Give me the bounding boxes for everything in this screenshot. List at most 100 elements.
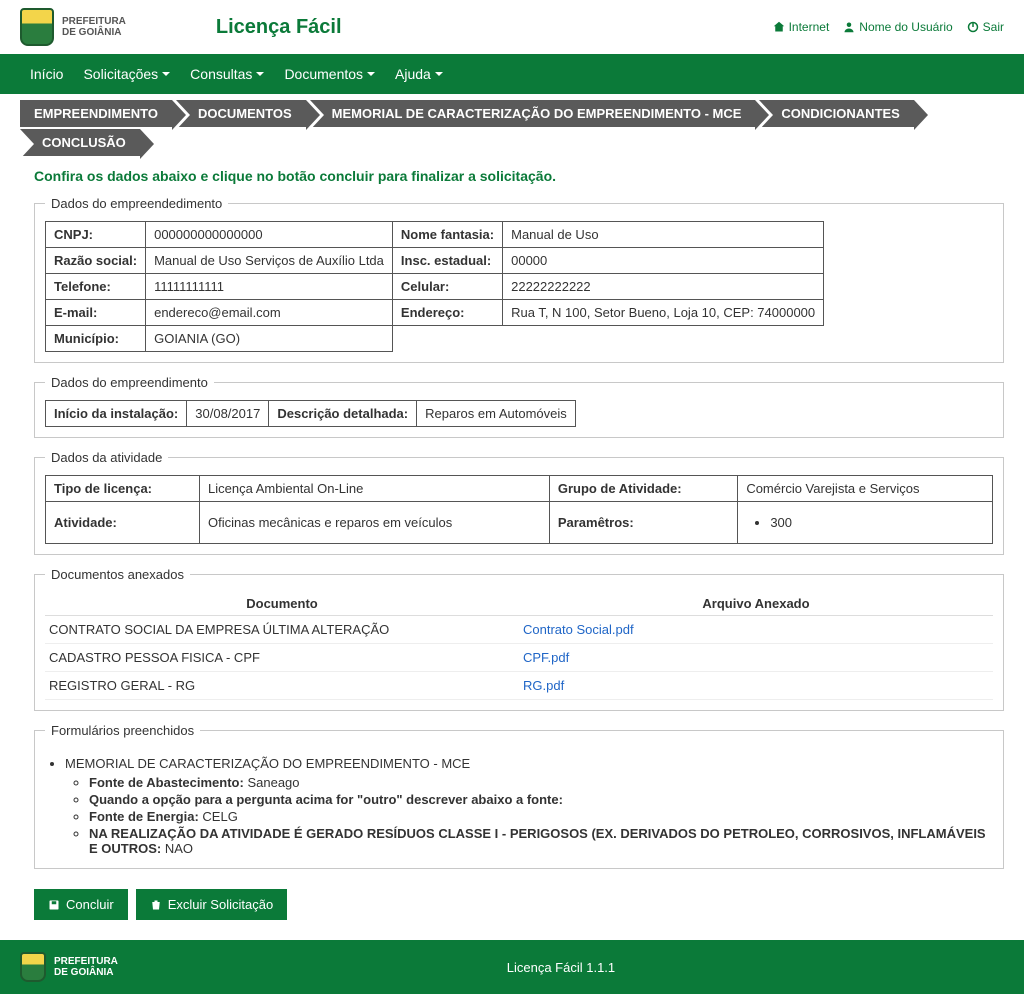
action-buttons: Concluir Excluir Solicitação xyxy=(34,889,1004,920)
val-atividade: Oficinas mecânicas e reparos em veículos xyxy=(200,502,550,544)
val-email: endereco@email.com xyxy=(146,300,393,326)
save-icon xyxy=(48,899,60,911)
list-item: Fonte de Energia: CELG xyxy=(89,809,993,824)
fieldset-docs: Documentos anexados Documento Arquivo An… xyxy=(34,567,1004,711)
lbl-endereco: Endereço: xyxy=(392,300,502,326)
footer-brand-line2: DE GOIÂNIA xyxy=(54,967,118,978)
nav-solicitacoes-label: Solicitações xyxy=(83,66,158,82)
lbl-descricao: Descrição detalhada: xyxy=(269,401,417,427)
nav-documentos-label: Documentos xyxy=(284,66,363,82)
crumb-conclusao[interactable]: CONCLUSÃO xyxy=(20,129,140,156)
table-row: CONTRATO SOCIAL DA EMPRESA ÚLTIMA ALTERA… xyxy=(45,616,993,644)
breadcrumb: EMPREENDIMENTO DOCUMENTOS MEMORIAL DE CA… xyxy=(0,94,1024,162)
fieldset-empreendimento2: Dados do empreendimento Início da instal… xyxy=(34,375,1004,438)
brand-line2: DE GOIÂNIA xyxy=(62,27,126,38)
lbl-municipio: Município: xyxy=(46,326,146,352)
item-value: Saneago xyxy=(247,775,299,790)
lbl-atividade: Atividade: xyxy=(46,502,200,544)
nav-inicio[interactable]: Início xyxy=(20,54,73,94)
item-label: NA REALIZAÇÃO DA ATIVIDADE É GERADO RESÍ… xyxy=(89,826,986,856)
lbl-telefone: Telefone: xyxy=(46,274,146,300)
legend-empreendedimento: Dados do empreendedimento xyxy=(45,196,228,211)
item-label: Fonte de Abastecimento: xyxy=(89,775,244,790)
lbl-email: E-mail: xyxy=(46,300,146,326)
list-item: NA REALIZAÇÃO DA ATIVIDADE É GERADO RESÍ… xyxy=(89,826,993,856)
list-item: Quando a opção para a pergunta acima for… xyxy=(89,792,993,807)
crumb-documentos[interactable]: DOCUMENTOS xyxy=(176,100,306,127)
header-links: Internet Nome do Usuário Sair xyxy=(773,20,1004,34)
footer-version: Licença Fácil 1.1.1 xyxy=(507,960,615,975)
instruction-text: Confira os dados abaixo e clique no botã… xyxy=(34,168,1004,184)
doc-file-link[interactable]: Contrato Social.pdf xyxy=(523,622,634,637)
excluir-button[interactable]: Excluir Solicitação xyxy=(136,889,288,920)
nav-consultas-label: Consultas xyxy=(190,66,252,82)
nav-inicio-label: Início xyxy=(30,66,63,82)
item-value: NAO xyxy=(165,841,193,856)
concluir-button[interactable]: Concluir xyxy=(34,889,128,920)
chevron-down-icon xyxy=(435,72,443,76)
val-inicio-inst: 30/08/2017 xyxy=(187,401,269,427)
lbl-cnpj: CNPJ: xyxy=(46,222,146,248)
legend-atividade: Dados da atividade xyxy=(45,450,168,465)
fieldset-forms: Formulários preenchidos MEMORIAL DE CARA… xyxy=(34,723,1004,869)
link-user[interactable]: Nome do Usuário xyxy=(843,20,952,34)
fieldset-atividade: Dados da atividade Tipo de licença: Lice… xyxy=(34,450,1004,555)
footer: PREFEITURA DE GOIÂNIA Licença Fácil 1.1.… xyxy=(0,940,1024,994)
fieldset-empreendedimento: Dados do empreendedimento CNPJ: 00000000… xyxy=(34,196,1004,363)
legend-forms: Formulários preenchidos xyxy=(45,723,200,738)
val-tipo-licenca: Licença Ambiental On-Line xyxy=(200,476,550,502)
val-endereco: Rua T, N 100, Setor Bueno, Loja 10, CEP:… xyxy=(503,300,824,326)
doc-name: REGISTRO GERAL - RG xyxy=(45,672,519,700)
nav-ajuda[interactable]: Ajuda xyxy=(385,54,453,94)
nav-documentos[interactable]: Documentos xyxy=(274,54,385,94)
footer-logo: PREFEITURA DE GOIÂNIA xyxy=(20,952,118,982)
val-grupo: Comércio Varejista e Serviços xyxy=(738,476,993,502)
crumb-mce[interactable]: MEMORIAL DE CARACTERIZAÇÃO DO EMPREENDIM… xyxy=(310,100,756,127)
navbar: Início Solicitações Consultas Documentos… xyxy=(0,54,1024,94)
table-atividade: Tipo de licença: Licença Ambiental On-Li… xyxy=(45,475,993,544)
header: PREFEITURA DE GOIÂNIA Licença Fácil Inte… xyxy=(0,0,1024,54)
col-doc: Documento xyxy=(45,592,519,616)
nav-ajuda-label: Ajuda xyxy=(395,66,431,82)
link-logout[interactable]: Sair xyxy=(967,20,1004,34)
val-cnpj: 000000000000000 xyxy=(146,222,393,248)
legend-docs: Documentos anexados xyxy=(45,567,190,582)
shield-icon xyxy=(20,8,54,46)
power-icon xyxy=(967,21,979,33)
val-descricao: Reparos em Automóveis xyxy=(417,401,576,427)
item-label: Quando a opção para a pergunta acima for… xyxy=(89,792,563,807)
col-file: Arquivo Anexado xyxy=(519,592,993,616)
table-row: REGISTRO GERAL - RG RG.pdf xyxy=(45,672,993,700)
trash-icon xyxy=(150,899,162,911)
docs-table: Documento Arquivo Anexado CONTRATO SOCIA… xyxy=(45,592,993,700)
nav-consultas[interactable]: Consultas xyxy=(180,54,274,94)
doc-file-link[interactable]: CPF.pdf xyxy=(523,650,569,665)
crumb-empreendimento[interactable]: EMPREENDIMENTO xyxy=(20,100,172,127)
item-value: CELG xyxy=(202,809,237,824)
val-nome-fantasia: Manual de Uso xyxy=(503,222,824,248)
link-internet[interactable]: Internet xyxy=(773,20,830,34)
crumb-condicionantes[interactable]: CONDICIONANTES xyxy=(759,100,913,127)
concluir-label: Concluir xyxy=(66,897,114,912)
brand-logo: PREFEITURA DE GOIÂNIA xyxy=(20,8,126,46)
app-title: Licença Fácil xyxy=(216,16,342,39)
val-param: 300 xyxy=(738,502,993,544)
brand-line1: PREFEITURA xyxy=(62,16,126,27)
val-telefone: 11111111111 xyxy=(146,274,393,300)
doc-file-link[interactable]: RG.pdf xyxy=(523,678,564,693)
user-icon xyxy=(843,21,855,33)
home-icon xyxy=(773,21,785,33)
legend-empreendimento2: Dados do empreendimento xyxy=(45,375,214,390)
val-razao: Manual de Uso Serviços de Auxílio Ltda xyxy=(146,248,393,274)
lbl-celular: Celular: xyxy=(392,274,502,300)
chevron-down-icon xyxy=(256,72,264,76)
lbl-tipo-licenca: Tipo de licença: xyxy=(46,476,200,502)
form-sublist: Fonte de Abastecimento: Saneago Quando a… xyxy=(65,775,993,856)
list-item: Fonte de Abastecimento: Saneago xyxy=(89,775,993,790)
chevron-down-icon xyxy=(367,72,375,76)
lbl-razao: Razão social: xyxy=(46,248,146,274)
lbl-inicio-inst: Início da instalação: xyxy=(46,401,187,427)
nav-solicitacoes[interactable]: Solicitações xyxy=(73,54,180,94)
brand-text: PREFEITURA DE GOIÂNIA xyxy=(62,16,126,38)
link-user-label: Nome do Usuário xyxy=(859,20,952,34)
